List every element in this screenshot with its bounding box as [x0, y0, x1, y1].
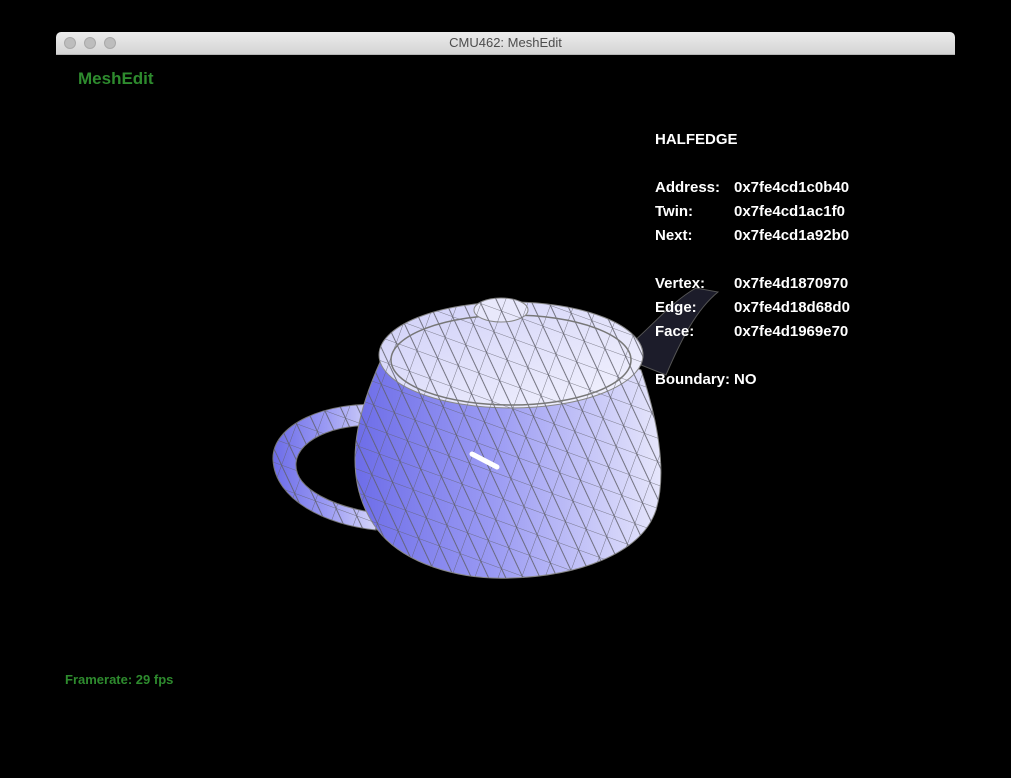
info-label: Boundary: — [655, 371, 730, 388]
info-label: Twin: — [655, 203, 694, 220]
info-value: 0x7fe4d1969e70 — [734, 323, 849, 340]
info-value: 0x7fe4cd1c0b40 — [734, 179, 850, 196]
app-name-label: MeshEdit — [78, 69, 154, 88]
info-value: 0x7fe4cd1a92b0 — [734, 227, 850, 244]
app-window: CMU462: MeshEdit MeshEdit HALFEDGE Addre… — [56, 32, 955, 702]
info-title: HALFEDGE — [655, 131, 738, 148]
info-label: Next: — [655, 227, 693, 244]
info-label: Address: — [655, 179, 721, 196]
info-label: Edge: — [655, 299, 697, 316]
info-value: 0x7fe4d18d68d0 — [734, 299, 850, 316]
teapot-mesh[interactable] — [56, 55, 955, 702]
viewport-canvas[interactable]: MeshEdit HALFEDGE Address: 0x7fe4cd1c0b4… — [56, 55, 955, 702]
framerate-label: Framerate: 29 fps — [65, 672, 174, 687]
title-bar[interactable]: CMU462: MeshEdit — [56, 32, 955, 55]
info-value: 0x7fe4cd1ac1f0 — [734, 203, 845, 220]
info-value: 0x7fe4d1870970 — [734, 275, 849, 292]
window-title: CMU462: MeshEdit — [449, 35, 562, 50]
info-label: Vertex: — [655, 275, 706, 292]
info-value: NO — [734, 371, 757, 388]
info-label: Face: — [655, 323, 695, 340]
